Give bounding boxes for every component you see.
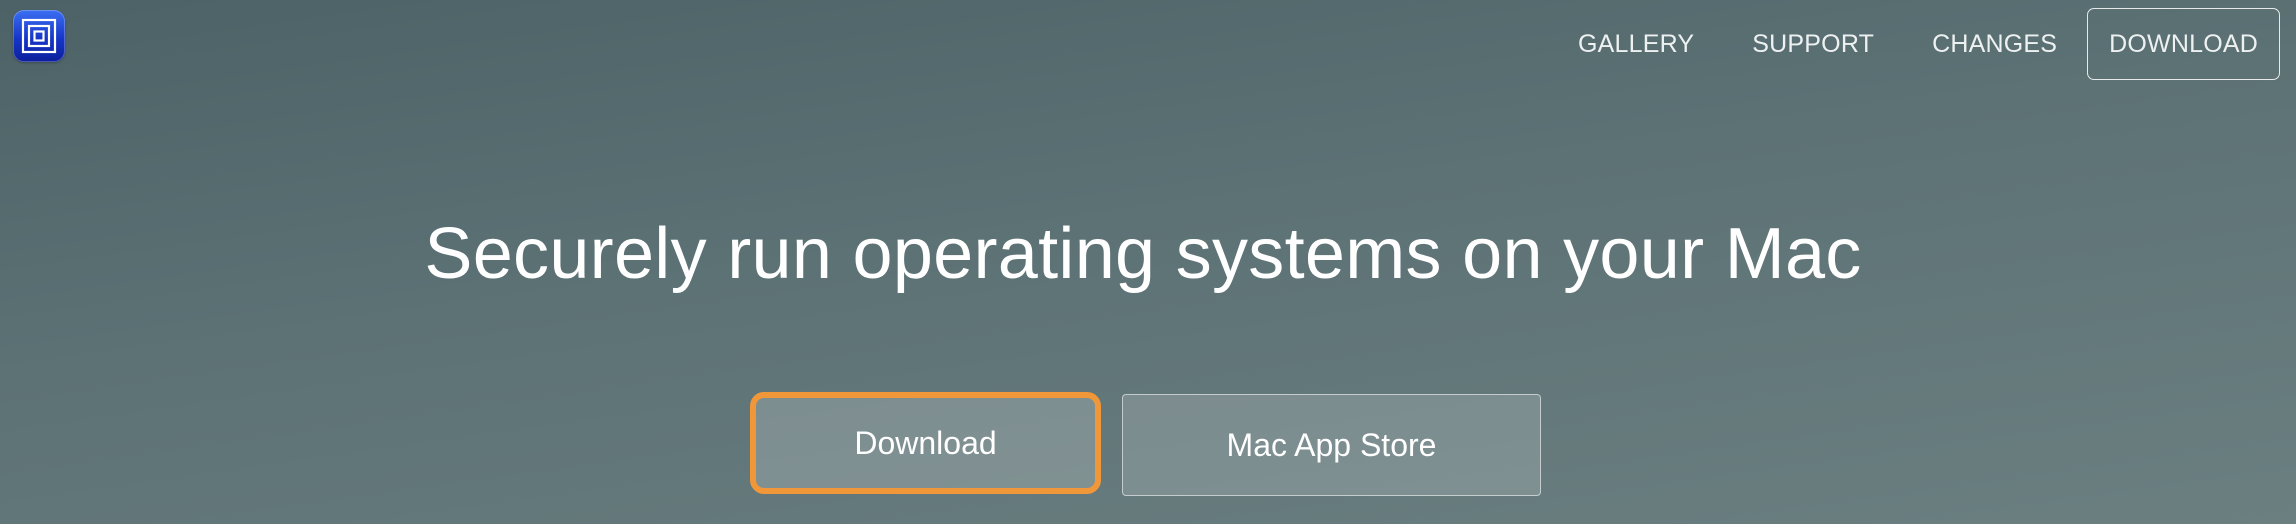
- nav-download-button[interactable]: DOWNLOAD: [2087, 8, 2280, 80]
- app-logo-icon[interactable]: [13, 10, 65, 62]
- hero-headline: Securely run operating systems on your M…: [424, 214, 1862, 294]
- mac-app-store-button[interactable]: Mac App Store: [1122, 394, 1541, 496]
- nav-changes-link[interactable]: CHANGES: [1903, 30, 2086, 59]
- nav-gallery-link[interactable]: GALLERY: [1549, 30, 1723, 59]
- download-button[interactable]: Download: [750, 392, 1101, 494]
- concentric-squares-icon: [21, 18, 57, 54]
- top-navigation: GALLERY SUPPORT CHANGES DOWNLOAD: [1549, 7, 2280, 81]
- nav-support-link[interactable]: SUPPORT: [1723, 30, 1903, 59]
